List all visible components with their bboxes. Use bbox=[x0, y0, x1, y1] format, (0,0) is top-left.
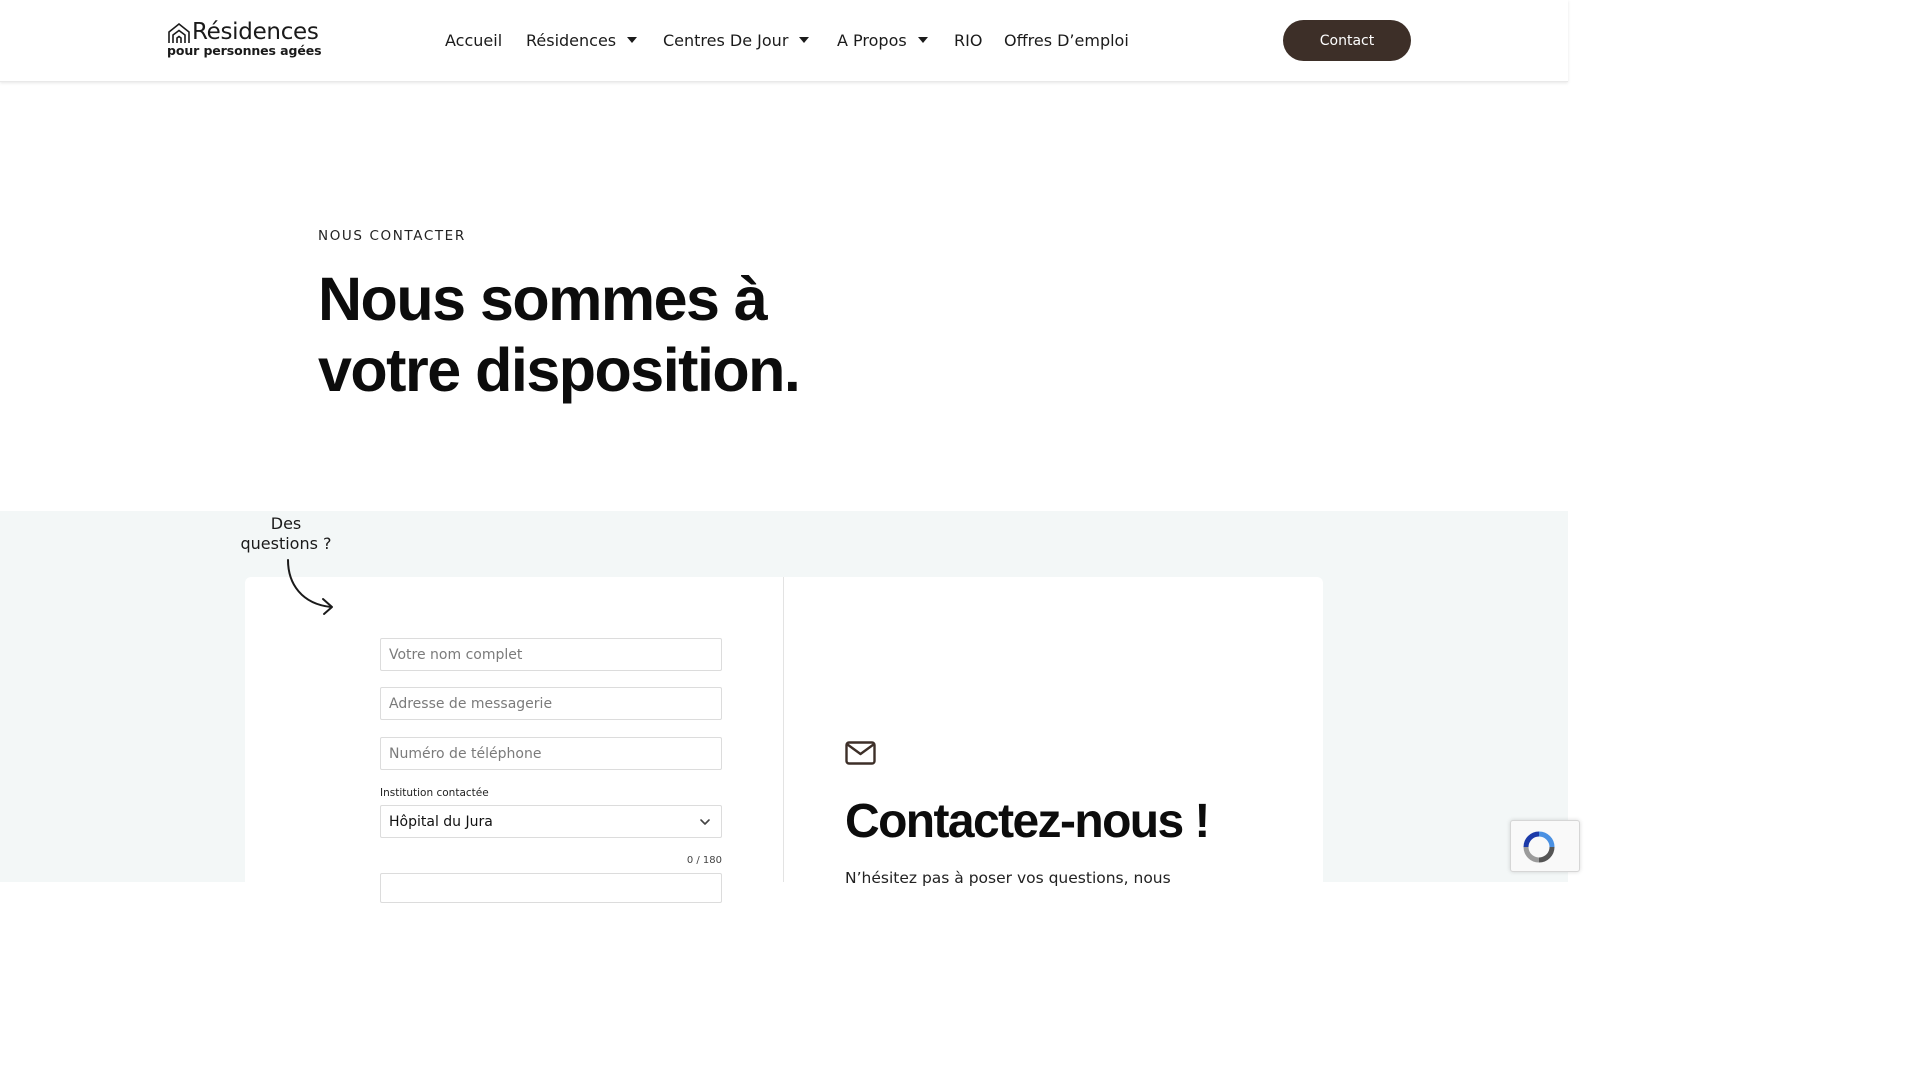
page-title-line-2: votre disposition. bbox=[318, 336, 801, 404]
section-eyebrow: NOUS CONTACTER bbox=[318, 228, 466, 244]
nav-item-label: Résidences bbox=[526, 30, 617, 50]
nav-item-offres-emploi[interactable]: Offres D’emploi bbox=[1004, 28, 1129, 52]
questions-label-line-2: questions ? bbox=[240, 534, 332, 553]
institution-select-value: Hôpital du Jura bbox=[389, 813, 493, 830]
character-counter: 0 / 180 bbox=[686, 855, 722, 866]
caret-down-icon[interactable] bbox=[917, 37, 928, 43]
nav-item-label: Centres De Jour bbox=[663, 30, 789, 50]
email-input[interactable] bbox=[380, 687, 722, 720]
logo-subtitle: pour personnes agées bbox=[167, 43, 322, 58]
chevron-down-icon bbox=[700, 819, 710, 825]
nav-item-rio[interactable]: RIO bbox=[954, 28, 982, 52]
phone-input[interactable] bbox=[380, 737, 722, 770]
institution-select[interactable]: Hôpital du Jura bbox=[380, 805, 722, 838]
nav-item-a-propos[interactable]: A Propos bbox=[837, 28, 928, 52]
curved-arrow-icon bbox=[287, 559, 333, 615]
caret-down-icon[interactable] bbox=[799, 37, 810, 43]
full-name-input[interactable] bbox=[380, 638, 722, 671]
recaptcha-icon bbox=[1523, 831, 1555, 863]
nav-item-label: RIO bbox=[954, 30, 983, 50]
questions-label-line-1: Des bbox=[270, 514, 302, 533]
site-header: Résidences pour personnes agées Accueil … bbox=[0, 0, 1568, 82]
house-icon bbox=[168, 22, 190, 43]
recaptcha-badge[interactable] bbox=[1510, 820, 1580, 872]
contact-description: N’hésitez pas à poser vos questions, nou… bbox=[845, 869, 1171, 887]
page-title: Nous sommes à votre disposition. bbox=[318, 264, 878, 406]
questions-label: Des questions ? bbox=[232, 514, 340, 554]
nav-item-label: Accueil bbox=[445, 30, 503, 50]
logo-title: Résidences bbox=[192, 19, 319, 45]
site-logo[interactable]: Résidences pour personnes agées bbox=[167, 18, 337, 62]
contact-button[interactable]: Contact bbox=[1283, 20, 1411, 61]
card-divider bbox=[783, 577, 784, 882]
nav-item-centres-de-jour[interactable]: Centres De Jour bbox=[663, 28, 810, 52]
mail-icon bbox=[845, 741, 876, 765]
nav-item-residences[interactable]: Résidences bbox=[526, 28, 638, 52]
caret-down-icon[interactable] bbox=[627, 37, 638, 43]
contact-title: Contactez-nous ! bbox=[845, 795, 1210, 848]
institution-label: Institution contactée bbox=[380, 787, 489, 799]
nav-item-label: Offres D’emploi bbox=[1004, 30, 1129, 50]
message-textarea[interactable] bbox=[380, 873, 722, 903]
nav-item-label: A Propos bbox=[837, 30, 907, 50]
nav-item-accueil[interactable]: Accueil bbox=[445, 28, 502, 52]
page-title-line-1: Nous sommes à bbox=[318, 265, 768, 333]
